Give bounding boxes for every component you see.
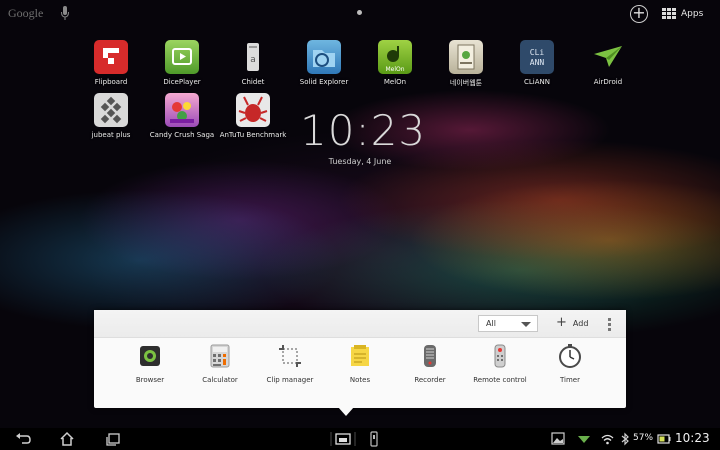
mic-icon[interactable]: [60, 5, 70, 23]
app-naver-webtoon[interactable]: 네이버웹툰: [426, 40, 506, 88]
recent-apps-icon[interactable]: [105, 431, 121, 447]
app-jubeat[interactable]: jubeat plus: [71, 93, 151, 139]
small-apps-panel: All + Add Browser Calculator Clip manage…: [94, 310, 626, 408]
calculator-icon: [208, 344, 232, 368]
add-label: Add: [572, 318, 589, 328]
app-flipboard[interactable]: Flipboard: [71, 40, 151, 86]
flipboard-icon: [94, 40, 128, 74]
small-app-clip-manager[interactable]: Clip manager: [255, 344, 325, 384]
plus-icon: +: [556, 315, 567, 330]
app-melon[interactable]: MelOn MelOn: [355, 40, 435, 86]
notes-icon: [348, 344, 372, 368]
bluetooth-icon: [620, 431, 630, 447]
overflow-menu-icon[interactable]: [608, 318, 612, 331]
cliann-icon: CLi ANN: [520, 40, 554, 74]
app-label: CLiANN: [524, 78, 550, 86]
app-label: Flipboard: [94, 78, 128, 86]
phone-remote-icon[interactable]: [369, 431, 379, 447]
svg-text:a: a: [250, 55, 256, 65]
app-chidet[interactable]: a Chidet: [213, 40, 293, 86]
filter-dropdown[interactable]: All: [478, 315, 538, 332]
clock-widget-date: Tuesday, 4 June: [328, 157, 392, 166]
app-antutu[interactable]: AnTuTu Benchmark: [213, 93, 293, 139]
clip-manager-icon: [278, 344, 302, 368]
back-icon[interactable]: [14, 431, 32, 447]
small-apps-header: All + Add: [94, 310, 626, 338]
small-app-remote-control[interactable]: Remote control: [465, 344, 535, 384]
screenshot-notification-icon[interactable]: [551, 431, 565, 447]
small-app-browser[interactable]: Browser: [115, 344, 185, 384]
apps-label: Apps: [681, 9, 704, 19]
naver-webtoon-icon: [449, 40, 483, 74]
small-app-label: Calculator: [202, 376, 238, 384]
battery-icon: [657, 431, 671, 447]
small-app-label: Clip manager: [266, 376, 314, 384]
small-app-label: Remote control: [473, 376, 527, 384]
small-app-calculator[interactable]: Calculator: [185, 344, 255, 384]
app-label: Solid Explorer: [299, 78, 349, 86]
navigation-bar: 57% 10:23: [0, 428, 720, 450]
app-label: Chidet: [241, 78, 265, 86]
app-label: 네이버웹툰: [449, 79, 483, 87]
small-app-recorder[interactable]: Recorder: [395, 344, 465, 384]
app-label: Candy Crush Saga: [149, 131, 215, 139]
svg-text:ANN: ANN: [530, 58, 545, 67]
small-app-notes[interactable]: Notes: [325, 344, 395, 384]
add-widget-button[interactable]: +: [630, 5, 648, 23]
add-small-app-button[interactable]: + Add: [556, 315, 589, 330]
small-app-label: Notes: [349, 376, 371, 384]
app-label: MelOn: [383, 78, 407, 86]
solid-explorer-icon: [307, 40, 341, 74]
remote-control-icon: [488, 344, 512, 368]
jubeat-icon: [94, 93, 128, 127]
airdroid-icon: [591, 40, 625, 74]
small-app-timer[interactable]: Timer: [535, 344, 605, 384]
recorder-icon: [418, 344, 442, 368]
diceplayer-icon: [165, 40, 199, 74]
home-icon[interactable]: [59, 431, 75, 447]
clock-widget-time[interactable]: 10:23: [300, 106, 425, 155]
battery-percent: 57%: [633, 433, 654, 443]
small-app-label: Timer: [559, 376, 580, 384]
app-label: AirDroid: [593, 78, 623, 86]
melon-icon: MelOn: [378, 40, 412, 74]
page-indicator-dot: [357, 10, 362, 15]
app-label: jubeat plus: [91, 131, 131, 139]
candy-crush-icon: [165, 93, 199, 127]
app-solid-explorer[interactable]: Solid Explorer: [284, 40, 364, 86]
status-clock[interactable]: 10:23: [675, 431, 710, 445]
small-app-label: Recorder: [414, 376, 446, 384]
browser-icon: [138, 344, 162, 368]
antutu-icon: [236, 93, 270, 127]
filter-value: All: [486, 319, 496, 328]
top-bar: Google + Apps: [0, 0, 720, 28]
download-notification-icon[interactable]: [577, 431, 591, 447]
apps-grid-icon: [662, 8, 676, 20]
chidet-icon: a: [236, 40, 270, 74]
panel-pointer: [338, 407, 354, 416]
app-diceplayer[interactable]: DicePlayer: [142, 40, 222, 86]
svg-text:CLi: CLi: [530, 48, 545, 57]
app-label: DicePlayer: [163, 78, 201, 86]
app-airdroid[interactable]: AirDroid: [568, 40, 648, 86]
apps-button[interactable]: Apps: [662, 6, 703, 22]
app-label: AnTuTu Benchmark: [219, 131, 287, 139]
small-app-label: Browser: [135, 376, 165, 384]
svg-text:MelOn: MelOn: [385, 66, 404, 73]
app-candy-crush[interactable]: Candy Crush Saga: [142, 93, 222, 139]
app-cliann[interactable]: CLi ANN CLiANN: [497, 40, 577, 86]
timer-icon: [558, 344, 582, 368]
small-apps-toggle-icon[interactable]: [330, 431, 356, 447]
chevron-down-icon: [521, 322, 531, 327]
google-search-box[interactable]: Google: [8, 6, 43, 21]
wifi-icon: [601, 431, 614, 447]
